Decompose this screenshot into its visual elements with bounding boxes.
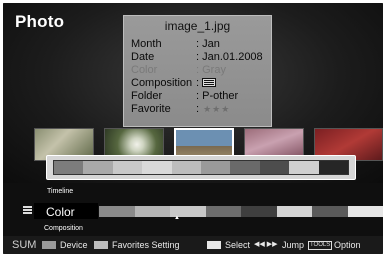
- color-sort-segment: [312, 206, 348, 217]
- info-value: : P-other: [196, 90, 239, 102]
- color-sort-segment: [134, 206, 170, 217]
- color-sort-segment: [205, 206, 241, 217]
- star-rating-icon: ★★★: [203, 104, 231, 114]
- info-value: : Gray: [196, 64, 226, 76]
- favorites-setting-label[interactable]: Favorites Setting: [112, 236, 180, 254]
- info-label: Composition: [131, 77, 193, 89]
- sum-label: SUM: [12, 239, 37, 251]
- color-swatch: [200, 161, 231, 174]
- color-spectrum-bar[interactable]: [46, 155, 356, 180]
- color-sort-segment: [276, 206, 312, 217]
- color-sort-bar[interactable]: [99, 206, 383, 217]
- color-swatch: [142, 161, 172, 174]
- info-label: Color: [131, 64, 158, 76]
- color-swatch: [171, 161, 201, 174]
- color-swatch: [54, 161, 84, 174]
- info-value: :: [196, 77, 217, 89]
- select-label[interactable]: Select: [225, 236, 250, 254]
- color-spectrum-swatches: [53, 160, 349, 175]
- tools-button-icon: TOOLS: [308, 241, 333, 250]
- color-swatch: [259, 161, 290, 174]
- list-handle-icon: [23, 206, 32, 215]
- color-sort-segment: [241, 206, 277, 217]
- device-label[interactable]: Device: [60, 236, 88, 254]
- color-sort-segment: [99, 206, 135, 217]
- info-row-month: Month : Jan: [131, 38, 271, 50]
- jump-label[interactable]: Jump: [282, 236, 304, 254]
- info-value-text: :: [196, 103, 200, 115]
- enter-button-icon: [207, 241, 221, 249]
- favorites-color-button-icon: [94, 241, 108, 249]
- color-swatch: [318, 161, 348, 174]
- sort-option-timeline[interactable]: Timeline: [47, 188, 73, 195]
- info-label: Favorite: [131, 103, 171, 115]
- info-value-text: :: [196, 77, 200, 89]
- info-label: Folder: [131, 90, 163, 102]
- file-info-panel: image_1.jpg Month : Jan Date : Jan.01.20…: [123, 15, 272, 127]
- sort-option-color-selected[interactable]: Color: [34, 203, 98, 219]
- info-label: Month: [131, 38, 162, 50]
- color-swatch: [83, 161, 113, 174]
- color-swatch: [230, 161, 260, 174]
- info-row-favorite: Favorite : ★★★: [131, 103, 271, 115]
- info-value: : ★★★: [196, 103, 230, 115]
- color-swatch: [289, 161, 319, 174]
- file-name: image_1.jpg: [164, 19, 231, 33]
- up-arrow-icon: ▲: [174, 215, 180, 221]
- info-row-folder: Folder : P-other: [131, 90, 271, 102]
- device-color-button-icon: [42, 241, 56, 249]
- page-title: Photo: [15, 12, 65, 31]
- option-label[interactable]: Option: [334, 236, 361, 254]
- info-row-color: Color : Gray: [131, 64, 271, 76]
- sort-option-composition[interactable]: Composition: [44, 225, 83, 232]
- info-label: Date: [131, 51, 155, 63]
- info-value: : Jan: [196, 38, 220, 50]
- color-swatch: [112, 161, 143, 174]
- info-row-composition: Composition :: [131, 77, 271, 89]
- jump-arrows-icon: ◀◀ ▶▶: [254, 241, 278, 248]
- info-row-date: Date : Jan.01.2008: [131, 51, 271, 63]
- help-bar: SUM Device Favorites Setting Select ◀◀ ▶…: [3, 236, 383, 254]
- horizontal-lines-icon: [202, 78, 217, 87]
- info-value: : Jan.01.2008: [196, 51, 263, 63]
- color-sort-segment: [347, 206, 383, 217]
- sort-row: Color: [3, 203, 383, 219]
- tv-screen: Photo image_1.jpg Month : Jan Date : Jan…: [3, 3, 383, 254]
